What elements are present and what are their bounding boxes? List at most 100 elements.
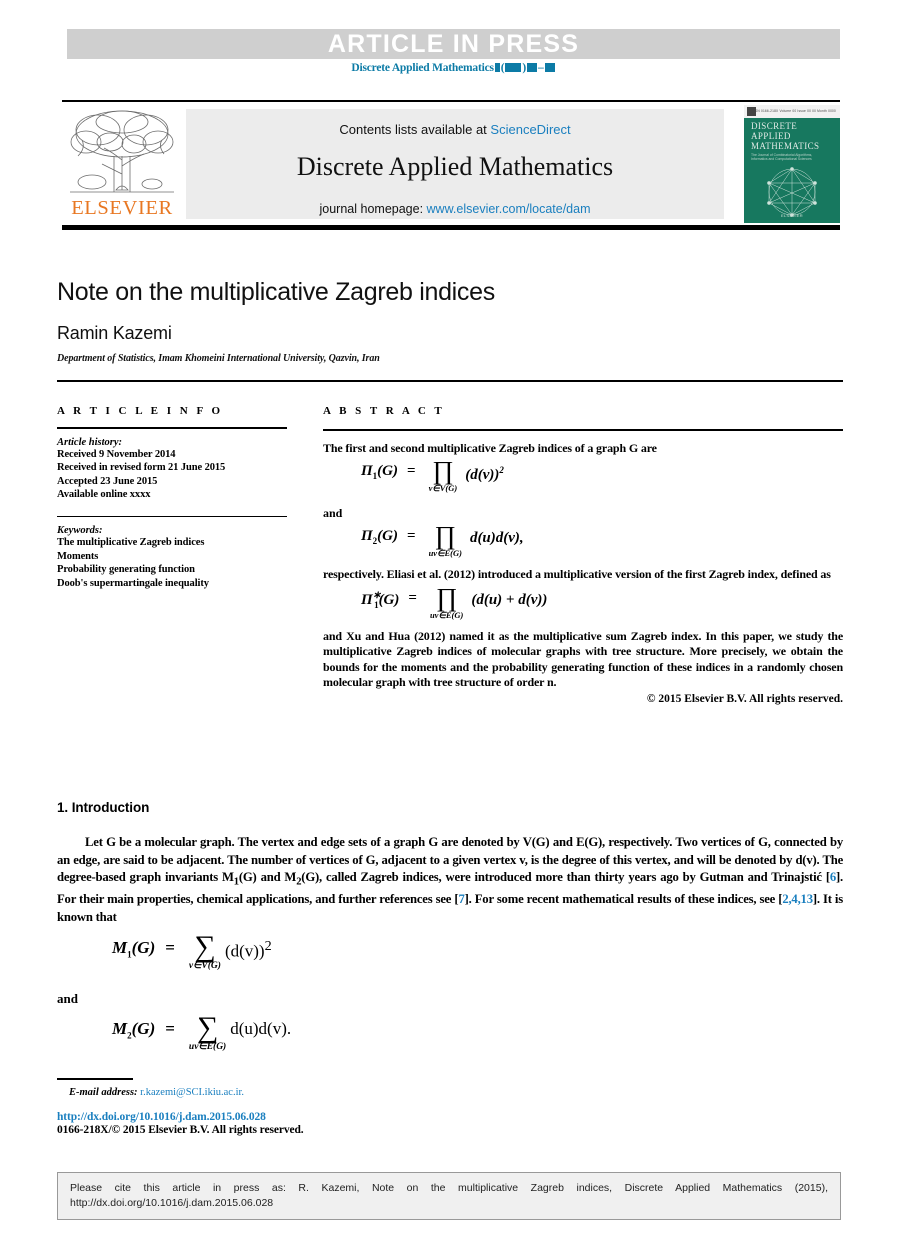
cover-elsevier-mark-icon (747, 107, 756, 116)
intro-text-c: (G), called Zagreb indices, were introdu… (301, 870, 830, 884)
elsevier-tree-icon (70, 110, 174, 193)
masthead-center-panel: Contents lists available at ScienceDirec… (186, 109, 724, 219)
title-block: Note on the multiplicative Zagreb indice… (57, 278, 843, 382)
masked-year-block (505, 63, 522, 72)
article-in-press-label: ARTICLE IN PRESS (327, 30, 580, 58)
keyword-item: Moments (57, 550, 99, 562)
masthead-bottom-rule (62, 225, 840, 230)
title-bottom-rule (57, 380, 843, 382)
abstract-paragraph-2: respectively. Eliasi et al. (2012) intro… (323, 567, 831, 582)
article-history-received: Received 9 November 2014 (57, 448, 176, 460)
masked-page-start-block (527, 63, 538, 72)
equation-pi1-lhs: Π1(G) (361, 463, 398, 482)
journal-masthead: ELSEVIER Contents lists available at Sci… (62, 100, 840, 230)
introduction-section: 1. Introduction Let G be a molecular gra… (57, 800, 843, 1058)
footnote-email-link[interactable]: r.kazemi@SCI.ikiu.ac.ir. (140, 1087, 244, 1098)
author-affiliation: Department of Statistics, Imam Khomeini … (57, 353, 380, 364)
abstract-paragraph-3: and Xu and Hua (2012) named it as the mu… (323, 628, 843, 690)
footnote-email-line: E-mail address: r.kazemi@SCI.ikiu.ac.ir. (69, 1087, 457, 1098)
journal-homepage-label: journal homepage: (319, 202, 424, 216)
equation-pi2-equals: = (407, 528, 416, 545)
article-history-label: Article history: (57, 436, 123, 448)
keywords-rule (57, 515, 287, 518)
equation-m2-rhs: d(u)d(v). (230, 1019, 292, 1039)
sciencedirect-link[interactable]: ScienceDirect (490, 122, 570, 137)
cover-footer-wordmark: ELSEVIER (781, 213, 803, 218)
masked-page-end-block (544, 63, 555, 72)
article-history-accepted: Accepted 23 June 2015 (57, 475, 158, 487)
cover-subtitle: The Journal of Combinatorial Algorithms,… (751, 153, 813, 162)
equation-pi1-star: Π∗1(G) = ∏ uv∈E(G) (d(u) + d(v)) (361, 582, 843, 623)
citation-box: Please cite this article in press as: R.… (57, 1172, 841, 1220)
equation-pi2-lhs: Π2(G) (361, 528, 398, 547)
footnote-block: E-mail address: r.kazemi@SCI.ikiu.ac.ir.… (57, 1078, 457, 1136)
cover-top-bar-text: ISSN 0166-218X Volume 00 Issue 00 00 Mon… (751, 109, 836, 113)
equation-pi1-star-product-operator: ∏ uv∈E(G) (429, 582, 464, 620)
paper-page: ARTICLE IN PRESS Discrete Applied Mathem… (0, 0, 907, 1238)
equation-pi2: Π2(G) = ∏ uv∈E(G) d(u)d(v), (361, 521, 843, 561)
abstract-column: A B S T R A C T The first and second mul… (323, 405, 843, 705)
abstract-heading: A B S T R A C T (323, 405, 445, 417)
keyword-item: The multiplicative Zagreb indices (57, 537, 205, 549)
elsevier-wordmark: ELSEVIER (71, 197, 173, 219)
article-history-online: Available online xxxx (57, 489, 151, 501)
cover-title: DISCRETE APPLIED MATHEMATICS (751, 121, 819, 151)
footnote-rule (57, 1078, 133, 1080)
contents-available-line: Contents lists available at ScienceDirec… (186, 122, 724, 137)
footnote-doi-link[interactable]: http://dx.doi.org/10.1016/j.dam.2015.06.… (57, 1111, 457, 1123)
intro-text-e: ]. For some recent mathematical results … (464, 892, 783, 907)
equation-pi1-equals: = (407, 463, 416, 480)
equation-pi1: Π1(G) = ∏ v∈V(G) (d(v))2 (361, 456, 843, 496)
cover-title-line-2: APPLIED (751, 131, 791, 141)
cover-title-line-3: MATHEMATICS (751, 141, 820, 151)
article-info-column: A R T I C L E I N F O Article history: R… (57, 405, 287, 590)
citation-ref-2-4-13[interactable]: 2,4,13 (782, 892, 813, 906)
article-info-heading: A R T I C L E I N F O (57, 405, 224, 417)
equation-m1: M1(G) = ∑ v∈V(G) (d(v))2 (112, 930, 843, 973)
equation-m1-lhs: M1(G) (112, 938, 156, 960)
cover-title-line-1: DISCRETE (751, 121, 798, 131)
equation-m1-sum-operator: ∑ v∈V(G) (188, 930, 221, 972)
journal-homepage-link[interactable]: www.elsevier.com/locate/dam (427, 202, 591, 216)
abstract-paragraph-1: The first and second multiplicative Zagr… (323, 440, 657, 455)
page-title: Note on the multiplicative Zagreb indice… (57, 278, 495, 306)
abstract-copyright: © 2015 Elsevier B.V. All rights reserved… (646, 692, 843, 705)
equation-pi2-product-operator: ∏ uv∈E(G) (428, 521, 462, 559)
footnote-issn-copyright: 0166-218X/© 2015 Elsevier B.V. All right… (57, 1123, 304, 1136)
footnote-email-label: E-mail address: (69, 1086, 138, 1098)
equation-pi1-product-operator: ∏ v∈V(G) (428, 456, 458, 494)
journal-homepage-line: journal homepage: www.elsevier.com/locat… (186, 202, 724, 216)
intro-text-b: (G) and M (238, 870, 297, 884)
introduction-connector-and: and (57, 991, 78, 1007)
equation-m1-rhs: (d(v))2 (224, 938, 272, 961)
masked-volume-block (494, 63, 500, 72)
contents-available-label: Contents lists available at (339, 122, 487, 137)
abstract-connector-and: and (323, 506, 343, 521)
equation-pi1-star-equals: = (408, 589, 417, 606)
introduction-heading: 1. Introduction (57, 800, 150, 815)
equation-pi2-rhs: d(u)d(v), (469, 530, 524, 547)
introduction-paragraph: Let G be a molecular graph. The vertex a… (57, 834, 843, 926)
journal-reference-title: Discrete Applied Mathematics (351, 62, 494, 74)
keyword-item: Probability generating function (57, 564, 195, 576)
equation-pi1-star-rhs: (d(u) + d(v)) (471, 591, 548, 608)
masthead-top-rule (62, 100, 840, 102)
equation-m2-equals: = (165, 1019, 175, 1039)
abstract-rule (323, 429, 843, 431)
equation-m2-lhs: M2(G) (112, 1019, 156, 1041)
citation-line-1: Please cite this article in press as: R.… (70, 1182, 828, 1194)
equation-m2-sum-operator: ∑ uv∈E(G) (188, 1011, 227, 1053)
keyword-item: Doob's supermartingale inequality (57, 577, 209, 589)
journal-reference-line: Discrete Applied Mathematics() – (0, 62, 907, 74)
journal-cover-thumbnail: ISSN 0166-218X Volume 00 Issue 00 00 Mon… (744, 105, 840, 223)
cover-top-bar: ISSN 0166-218X Volume 00 Issue 00 00 Mon… (744, 105, 840, 118)
citation-line-2: http://dx.doi.org/10.1016/j.dam.2015.06.… (70, 1197, 274, 1209)
article-history-revised: Received in revised form 21 June 2015 (57, 462, 226, 474)
keywords-label: Keywords: (57, 525, 103, 537)
article-in-press-band: ARTICLE IN PRESS (67, 29, 840, 59)
article-info-rule (57, 427, 287, 429)
equation-m1-equals: = (165, 938, 175, 958)
equation-pi1-rhs: (d(v))2 (465, 465, 504, 484)
journal-title: Discrete Applied Mathematics (296, 152, 614, 181)
elsevier-logo: ELSEVIER (64, 108, 180, 220)
